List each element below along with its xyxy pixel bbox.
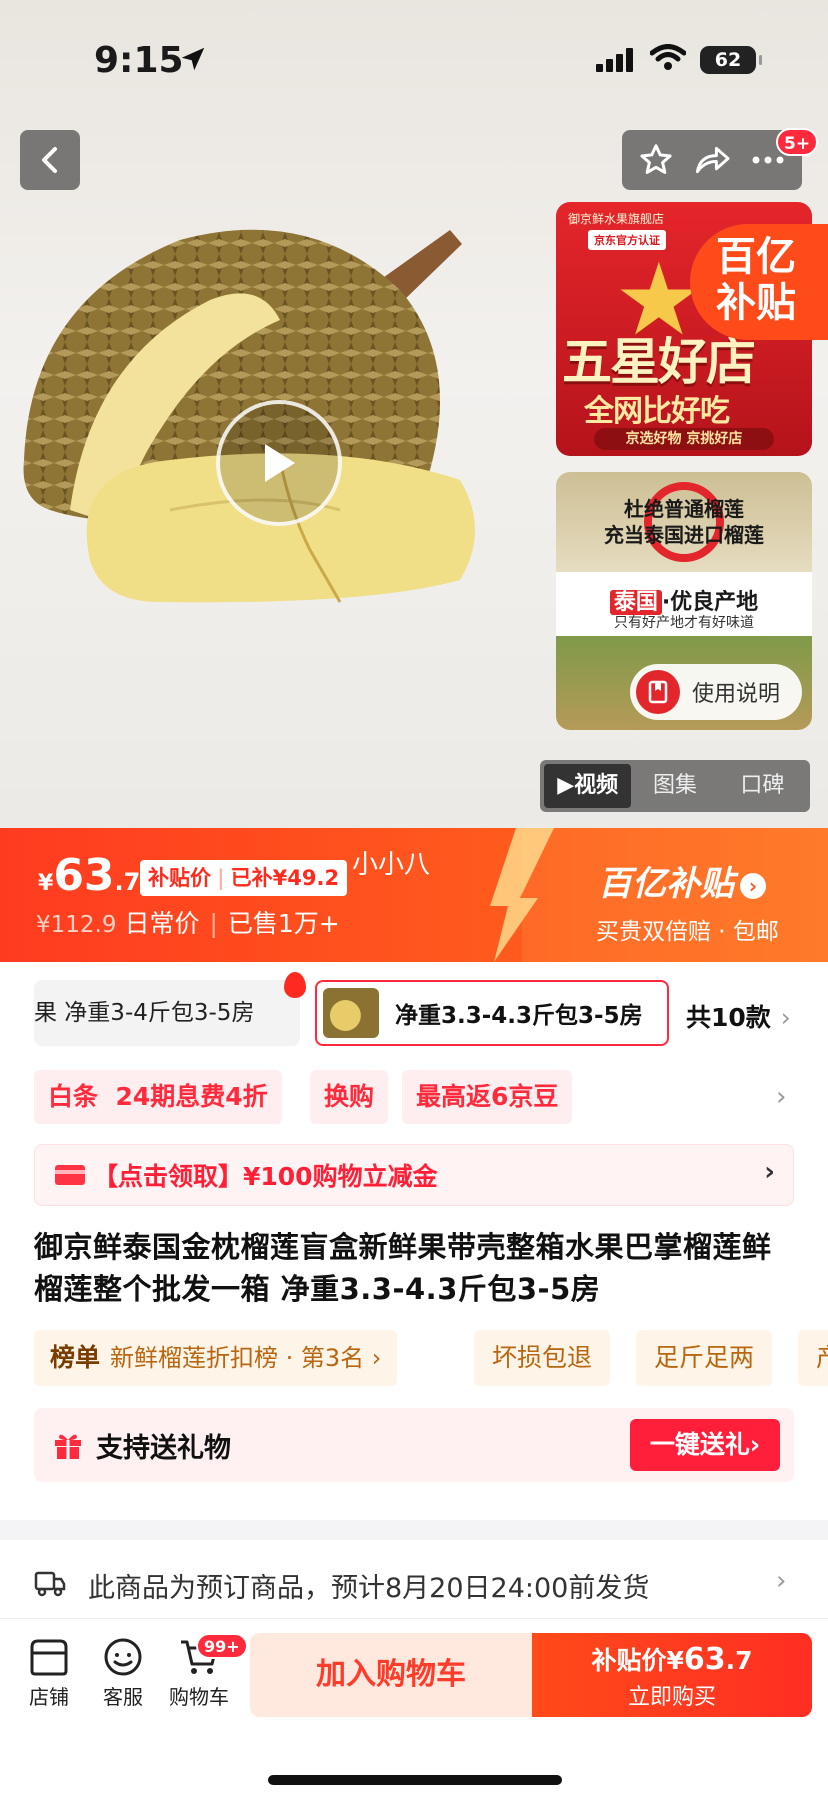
gift-label: 支持送礼物	[96, 1432, 231, 1464]
usage-manual-button[interactable]: 使用说明	[630, 664, 802, 720]
chevron-left-icon	[42, 147, 57, 173]
product-title: 御京鲜泰国金枕榴莲盲盒新鲜果带壳整箱水果巴掌榴莲鲜榴莲整个批发一箱 净重3.3-…	[34, 1230, 772, 1306]
location-arrow-icon	[181, 47, 205, 71]
variant-option-selected[interactable]: 净重3.3-4.3斤包3-5房	[315, 980, 669, 1046]
yibu-line2: 补贴	[716, 280, 796, 326]
product-tags: 榜单新鲜榴莲折扣榜 · 第3名 › 坏损包退 足斤足两 产	[34, 1330, 828, 1386]
original-price: ¥112.9	[36, 912, 117, 938]
variant-selector: 果 净重3-4斤包3-5房 净重3.3-4.3斤包3-5房 共10款 ›	[34, 972, 828, 1046]
coupon-text: 【点击领取】¥100购物立减金	[93, 1162, 438, 1191]
origin-slogan: 只有好产地才有好味道	[614, 615, 754, 631]
home-indicator	[268, 1775, 562, 1785]
tab-gallery[interactable]: 图集	[631, 764, 718, 808]
chevron-right-icon: ›	[776, 1566, 787, 1596]
product-info-card: 果 净重3-4斤包3-5房 净重3.3-4.3斤包3-5房 共10款 › 白条 2…	[0, 962, 828, 1520]
variant-total-link[interactable]: 共10款 ›	[686, 998, 791, 1034]
yibu-line1: 百亿	[716, 234, 796, 280]
product-gallery[interactable]: 9:15 62 5+ 御京鲜水果旗舰店 京东官方认证 ★ 五星好店 全网比好吃 …	[0, 0, 828, 828]
play-icon	[265, 444, 295, 482]
battery-indicator: 62	[700, 46, 762, 74]
cellular-signal-icon	[596, 48, 633, 72]
original-price-label: 日常价	[124, 909, 200, 938]
buy-now-button[interactable]: 补贴价¥63.7 立即购买	[532, 1633, 812, 1717]
chip-jingdou[interactable]: 最高返6京豆	[402, 1070, 573, 1124]
cart-count-badge: 99+	[196, 1633, 248, 1659]
gift-row: 支持送礼物 一键送礼›	[34, 1408, 794, 1482]
star-favorite-icon[interactable]	[638, 142, 674, 178]
bottom-action-bar: 店铺 客服 购物车 99+ 加入购物车 补贴价¥63.7 立即购买	[0, 1618, 828, 1796]
wifi-icon	[650, 44, 686, 70]
benefit-chips[interactable]: 白条 24期息费4折 换购 最高返6京豆 ›	[34, 1070, 794, 1124]
shipping-text: 此商品为预订商品，预计8月20日24:00前发货	[88, 1573, 650, 1604]
card-icon	[55, 1165, 85, 1185]
promo-bar-text: 京选好物 京挑好店	[594, 428, 774, 450]
tab-video[interactable]: ▶视频	[544, 764, 632, 808]
top-action-group	[622, 130, 802, 190]
play-video-button[interactable]	[216, 400, 342, 526]
promo-store-name: 御京鲜水果旗舰店	[568, 212, 665, 226]
variant-thumbnail	[323, 988, 379, 1038]
media-tabs: ▶视频 图集 口碑	[540, 760, 810, 812]
add-to-cart-button[interactable]: 加入购物车	[250, 1633, 532, 1717]
chip-baitiao[interactable]: 白条 24期息费4折	[34, 1070, 282, 1124]
chevron-right-icon: ›	[764, 1157, 775, 1187]
buy-now-price: 补贴价¥63.7	[591, 1642, 753, 1677]
gift-icon	[55, 1434, 81, 1459]
share-icon[interactable]	[693, 142, 731, 178]
user-overlay-text: 小小八	[352, 850, 431, 880]
notification-badge: 5+	[776, 128, 819, 156]
chevron-right-icon: ›	[740, 872, 766, 899]
usage-manual-label: 使用说明	[692, 682, 781, 707]
subsidy-price-tag: 补贴价 | 已补¥49.2	[140, 860, 348, 896]
chevron-right-icon: ›	[776, 1082, 787, 1112]
yibu-subsidy-corner-badge: 百亿 补贴	[690, 224, 828, 340]
nav-customer-service[interactable]: 客服	[88, 1637, 158, 1710]
variant-label: 净重3.3-4.3斤包3-5房	[395, 1003, 643, 1029]
status-bar: 9:15 62	[0, 38, 828, 84]
ranking-tag[interactable]: 榜单 新鲜榴莲折扣榜 · 第3名 ›	[34, 1330, 398, 1386]
coupon-banner[interactable]: 【点击领取】¥100购物立减金 ›	[34, 1144, 794, 1206]
service-tag[interactable]: 产	[798, 1330, 828, 1386]
promo-subline: 全网比好吃	[584, 394, 730, 429]
yibu-program-sub: 买贵双倍赔 · 包邮	[596, 919, 779, 945]
nav-store[interactable]: 店铺	[14, 1637, 84, 1710]
buy-now-label: 立即购买	[627, 1685, 716, 1710]
back-button[interactable]	[20, 130, 80, 190]
lightning-divider-icon	[490, 828, 554, 962]
variant-option[interactable]: 果 净重3-4斤包3-5房	[34, 980, 300, 1046]
origin-warning-text: 杜绝普通榴莲 充当泰国进口榴莲	[604, 497, 764, 547]
customer-service-icon	[104, 1638, 142, 1676]
current-price: ¥63.7	[38, 850, 141, 901]
delivery-truck-icon	[34, 1571, 66, 1597]
tab-reviews[interactable]: 口碑	[719, 764, 806, 808]
book-icon	[636, 670, 680, 714]
status-time: 9:15	[94, 40, 184, 81]
service-tag[interactable]: 坏损包退	[474, 1330, 611, 1386]
service-tag[interactable]: 足斤足两	[636, 1330, 773, 1386]
send-gift-button[interactable]: 一键送礼›	[630, 1419, 780, 1471]
yibu-program-link[interactable]: 百亿补贴 ›	[598, 856, 766, 905]
hot-flame-icon	[284, 972, 306, 998]
more-icon[interactable]	[750, 154, 786, 166]
chip-trade-in[interactable]: 换购	[310, 1070, 389, 1124]
chevron-right-icon: ›	[780, 1003, 791, 1032]
price-subline: ¥112.9 日常价 | 已售1万+	[36, 909, 340, 938]
price-banner: ¥63.7 补贴价 | 已补¥49.2 小小八 ¥112.9 日常价 | 已售1万+ 百…	[0, 828, 828, 962]
sold-count: 已售1万+	[227, 909, 340, 938]
store-icon	[30, 1639, 68, 1676]
